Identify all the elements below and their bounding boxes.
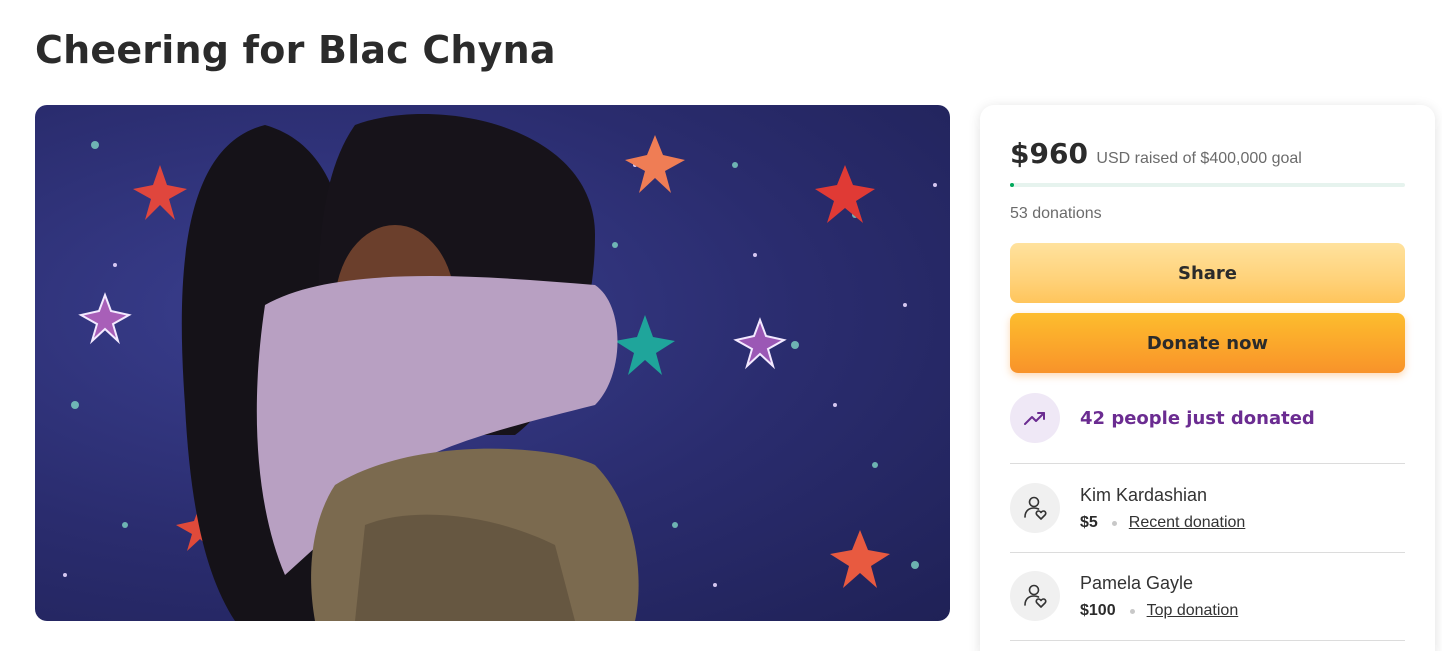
donation-card: $960 USD raised of $400,000 goal 53 dona… [980,105,1435,651]
recent-donations-trend[interactable]: 42 people just donated [1010,393,1315,443]
donor-item: Kim Kardashian $5 Recent donation [1010,483,1245,533]
divider [1010,463,1405,464]
donor-name: Pamela Gayle [1080,573,1194,593]
raised-amount: $960 [1010,137,1088,170]
donor-name: Kim Kardashian [1080,485,1208,505]
separator-dot [1129,608,1135,614]
divider [1010,640,1405,641]
donations-count: 53 donations [1010,205,1102,222]
raised-summary: $960 USD raised of $400,000 goal [1010,137,1302,170]
donate-now-button[interactable]: Donate now [1010,313,1405,373]
separator-dot [1111,520,1117,526]
hero-photo [63,114,937,621]
donor-heart-icon [1010,571,1060,621]
donor-amount: $100 [1080,602,1116,619]
donor-item: Pamela Gayle $100 Top donation [1010,571,1238,621]
page-title: Cheering for Blac Chyna [35,28,556,72]
share-button[interactable]: Share [1010,243,1405,303]
goal-text: USD raised of $400,000 goal [1096,150,1302,167]
campaign-hero-image[interactable] [35,105,950,621]
trending-up-icon [1010,393,1060,443]
divider [1010,552,1405,553]
donor-amount: $5 [1080,514,1098,531]
top-donation-link[interactable]: Top donation [1147,602,1239,620]
progress-bar [1010,183,1405,187]
progress-bar-fill [1010,183,1014,187]
trend-label: 42 people just donated [1080,407,1315,429]
recent-donation-link[interactable]: Recent donation [1129,514,1246,532]
donor-heart-icon [1010,483,1060,533]
